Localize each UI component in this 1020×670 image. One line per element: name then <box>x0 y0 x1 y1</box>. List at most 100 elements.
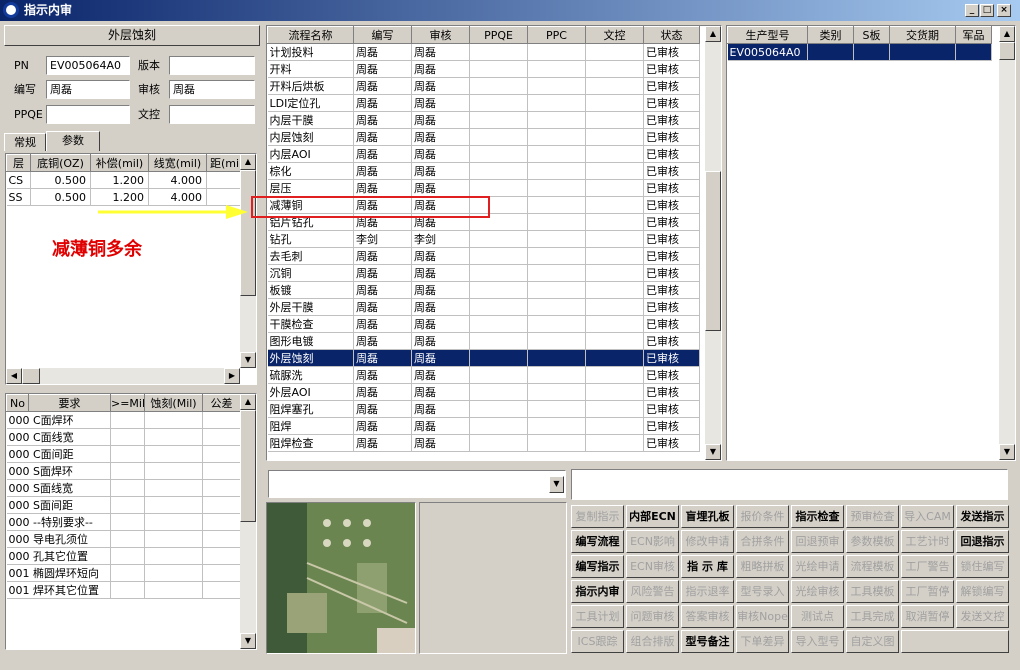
base-copper-col-header[interactable]: 底铜(OZ) <box>30 154 91 172</box>
table-row[interactable]: 外层干膜 周磊 周磊 已审核 <box>267 298 700 316</box>
action-button-3-4[interactable]: 光绘审核 <box>791 580 844 603</box>
action-button-2-5[interactable]: 流程模板 <box>846 555 899 578</box>
table-row[interactable]: 图形电镀 周磊 周磊 已审核 <box>267 332 700 350</box>
action-button-2-2[interactable]: 指 示 库 <box>681 555 734 578</box>
model-col-header[interactable]: 生产型号 <box>727 26 808 44</box>
table-row[interactable]: 开料后烘板 周磊 周磊 已审核 <box>267 77 700 95</box>
action-button-5-3[interactable]: 下单差异 <box>736 630 789 653</box>
action-button-5-0[interactable]: ICS跟踪 <box>571 630 624 653</box>
action-button-1-2[interactable]: 修改申请 <box>681 530 734 553</box>
table-row[interactable]: 棕化 周磊 周磊 已审核 <box>267 162 700 180</box>
min-mil-col-header[interactable]: >=Mil <box>110 394 145 412</box>
table-row[interactable]: 阻焊检查 周磊 周磊 已审核 <box>267 434 700 452</box>
scroll-down-icon[interactable]: ▼ <box>240 352 256 368</box>
pn-field[interactable]: EV005064A0 <box>46 56 130 75</box>
scroll-left-icon[interactable]: ◀ <box>6 368 22 384</box>
chevron-down-icon[interactable]: ▼ <box>549 476 564 493</box>
category-col-header[interactable]: 类别 <box>807 26 854 44</box>
hscroll-thumb[interactable] <box>22 368 40 384</box>
action-button-2-0[interactable]: 编写指示 <box>571 555 624 578</box>
process-name-col-header[interactable]: 流程名称 <box>267 26 354 44</box>
table-row[interactable]: 000 C面线宽 <box>6 428 241 446</box>
action-button-0-1[interactable]: 内部ECN <box>626 505 679 528</box>
table-row[interactable]: LDI定位孔 周磊 周磊 已审核 <box>267 94 700 112</box>
action-button-3-2[interactable]: 指示退率 <box>681 580 734 603</box>
line-width-col-header[interactable]: 线宽(mil) <box>148 154 207 172</box>
table-row[interactable]: EV005064A0 <box>727 43 992 61</box>
compensation-col-header[interactable]: 补偿(mil) <box>90 154 149 172</box>
no-col-header[interactable]: No <box>6 394 29 412</box>
scroll-up-icon[interactable]: ▲ <box>705 26 721 42</box>
action-button-0-5[interactable]: 预审检查 <box>846 505 899 528</box>
table-row[interactable]: 000 C面间距 <box>6 445 241 463</box>
table-row[interactable]: 外层AOI 周磊 周磊 已审核 <box>267 383 700 401</box>
table-row[interactable]: 外层蚀刻 周磊 周磊 已审核 <box>267 349 700 367</box>
action-button-4-2[interactable]: 答案审核 <box>681 605 734 628</box>
action-button-5-6[interactable] <box>901 630 1009 653</box>
table-row[interactable]: 000 导电孔须位 <box>6 530 241 548</box>
action-button-1-4[interactable]: 回退预审 <box>791 530 844 553</box>
table-row[interactable]: 层压 周磊 周磊 已审核 <box>267 179 700 197</box>
action-button-3-5[interactable]: 工具模板 <box>846 580 899 603</box>
action-button-0-0[interactable]: 复制指示 <box>571 505 624 528</box>
action-button-2-7[interactable]: 锁住编写 <box>956 555 1009 578</box>
version-field[interactable] <box>169 56 255 75</box>
scroll-down-icon[interactable]: ▼ <box>240 633 256 649</box>
action-button-3-1[interactable]: 风险警告 <box>626 580 679 603</box>
action-button-3-7[interactable]: 解锁编写 <box>956 580 1009 603</box>
action-button-2-1[interactable]: ECN审核 <box>626 555 679 578</box>
table-row[interactable]: SS 0.500 1.200 4.000 <box>6 188 243 206</box>
table-row[interactable]: 阻焊塞孔 周磊 周磊 已审核 <box>267 400 700 418</box>
table-row[interactable]: 计划投料 周磊 周磊 已审核 <box>267 43 700 61</box>
tab-params[interactable]: 参数 <box>46 131 100 151</box>
table-row[interactable]: 去毛刺 周磊 周磊 已审核 <box>267 247 700 265</box>
table-row[interactable]: 沉铜 周磊 周磊 已审核 <box>267 264 700 282</box>
table-row[interactable]: 钻孔 李剑 李剑 已审核 <box>267 230 700 248</box>
note-input[interactable] <box>571 469 1008 500</box>
action-button-1-1[interactable]: ECN影响 <box>626 530 679 553</box>
status-col-header[interactable]: 状态 <box>643 26 700 44</box>
action-button-1-3[interactable]: 合拼条件 <box>736 530 789 553</box>
spacing-col-header[interactable]: 距(mi <box>206 154 243 172</box>
tolerance-col-header[interactable]: 公差 <box>202 394 241 412</box>
military-col-header[interactable]: 军品 <box>955 26 992 44</box>
scroll-up-icon[interactable]: ▲ <box>240 394 256 410</box>
author-field[interactable]: 周磊 <box>46 80 130 99</box>
requirement-col-header[interactable]: 要求 <box>28 394 111 412</box>
scroll-down-icon[interactable]: ▼ <box>999 444 1015 460</box>
table-row[interactable]: 阻焊 周磊 周磊 已审核 <box>267 417 700 435</box>
action-button-1-6[interactable]: 工艺计时 <box>901 530 954 553</box>
action-button-2-4[interactable]: 光绘申请 <box>791 555 844 578</box>
scroll-thumb[interactable] <box>240 410 256 522</box>
layer-table-vscroll[interactable]: ▲ ▼ <box>240 154 256 368</box>
process-table-vscroll[interactable]: ▲ ▼ <box>705 26 721 460</box>
action-button-0-2[interactable]: 盲埋孔板 <box>681 505 734 528</box>
table-row[interactable]: 001 焊环其它位置 <box>6 581 241 599</box>
table-row[interactable]: 内层干膜 周磊 周磊 已审核 <box>267 111 700 129</box>
scroll-thumb[interactable] <box>240 170 256 296</box>
scroll-thumb[interactable] <box>999 42 1015 60</box>
action-button-4-0[interactable]: 工具计划 <box>571 605 624 628</box>
minimize-button[interactable]: _ <box>965 4 979 17</box>
action-button-5-2[interactable]: 型号备注 <box>681 630 734 653</box>
action-button-0-3[interactable]: 报价条件 <box>736 505 789 528</box>
table-row[interactable]: 000 C面焊环 <box>6 411 241 429</box>
action-button-3-3[interactable]: 型号录入 <box>736 580 789 603</box>
scroll-up-icon[interactable]: ▲ <box>240 154 256 170</box>
action-button-4-5[interactable]: 工具完成 <box>846 605 899 628</box>
doc-control-col-header[interactable]: 文控 <box>585 26 644 44</box>
action-button-4-6[interactable]: 取消暂停 <box>901 605 954 628</box>
doc-control-field[interactable] <box>169 105 255 124</box>
action-button-5-4[interactable]: 导入型号 <box>791 630 844 653</box>
review-col-header[interactable]: 审核 <box>411 26 470 44</box>
ppqe-field[interactable] <box>46 105 130 124</box>
table-row[interactable]: 内层蚀刻 周磊 周磊 已审核 <box>267 128 700 146</box>
ppc-col-header[interactable]: PPC <box>527 26 586 44</box>
requirements-vscroll[interactable]: ▲ ▼ <box>240 394 256 649</box>
table-row[interactable]: 干膜检查 周磊 周磊 已审核 <box>267 315 700 333</box>
action-button-0-4[interactable]: 指示检查 <box>791 505 844 528</box>
scroll-down-icon[interactable]: ▼ <box>705 444 721 460</box>
scroll-right-icon[interactable]: ▶ <box>224 368 240 384</box>
action-button-4-4[interactable]: 测试点 <box>791 605 844 628</box>
table-row[interactable]: 000 S面线宽 <box>6 479 241 497</box>
